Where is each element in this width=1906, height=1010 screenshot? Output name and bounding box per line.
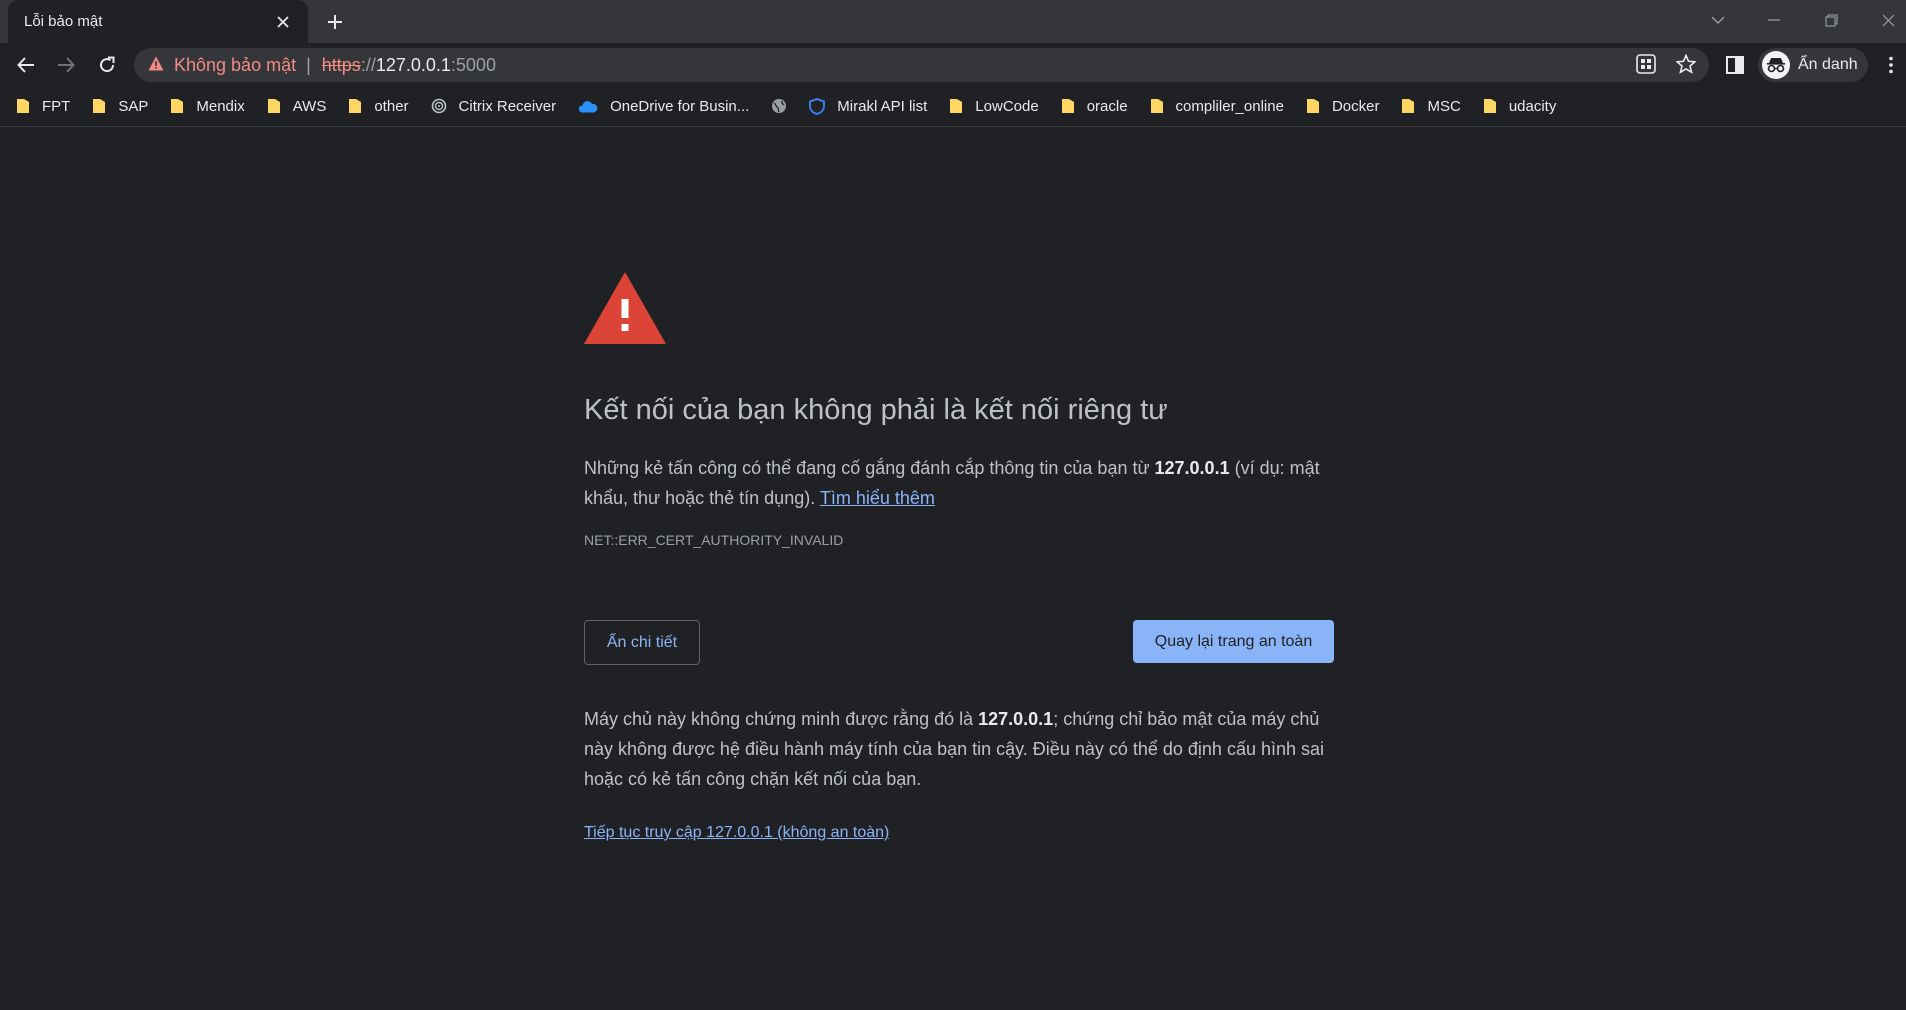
page-title: Kết nối của bạn không phải là kết nối ri… — [584, 394, 1168, 426]
profile-label: Ẩn danh — [1798, 56, 1858, 73]
new-tab-icon[interactable] — [322, 9, 348, 35]
tab-close-icon[interactable] — [272, 11, 294, 33]
details-paragraph: Máy chủ này không chứng minh được rằng đ… — [584, 704, 1334, 794]
bookmark-item[interactable]: udacity — [1483, 97, 1557, 115]
bookmark-label: FPT — [42, 97, 71, 115]
back-arrow-icon[interactable] — [11, 50, 41, 80]
folder-icon — [1483, 98, 1497, 114]
bookmark-label: other — [374, 97, 409, 115]
interstitial-page: Kết nối của bạn không phải là kết nối ri… — [0, 128, 1906, 1010]
folder-icon — [267, 98, 281, 114]
bookmark-label: SAP — [118, 97, 149, 115]
back-to-safety-button[interactable]: Quay lại trang an toàn — [1133, 620, 1334, 663]
bookmark-item[interactable]: OneDrive for Busin... — [578, 98, 749, 115]
omnibox-separator: | — [306, 54, 311, 75]
bookmark-item[interactable]: compliler_online — [1150, 98, 1284, 115]
toolbar: Không bảo mật | https://127.0.0.1:5000 Ẩ… — [0, 43, 1906, 86]
address-bar[interactable]: Không bảo mật | https://127.0.0.1:5000 — [134, 48, 1709, 82]
url-scheme: https — [321, 54, 361, 75]
bookmark-label: Citrix Receiver — [458, 97, 557, 115]
bookmark-item[interactable]: FPT — [16, 98, 70, 115]
bookmark-item[interactable]: Mirakl API list — [809, 97, 928, 115]
bookmark-label: udacity — [1508, 97, 1557, 115]
learn-more-link[interactable]: Tìm hiểu thêm — [820, 488, 935, 508]
bookmark-item[interactable]: Docker — [1306, 97, 1380, 115]
restore-icon[interactable] — [1816, 8, 1846, 32]
tab-search-chevron-icon[interactable] — [1703, 8, 1733, 32]
bookmark-item[interactable]: oracle — [1061, 98, 1128, 115]
url-host: 127.0.0.1 — [375, 54, 451, 75]
explanation-paragraph: Những kẻ tấn công có thể đang cố gắng đá… — [584, 453, 1334, 513]
bookmark-label: oracle — [1086, 97, 1128, 115]
error-code: NET::ERR_CERT_AUTHORITY_INVALID — [584, 532, 844, 548]
bookmark-item[interactable]: MSC — [1401, 97, 1461, 115]
mirakl-shield-icon — [809, 97, 826, 115]
bookmark-label: MSC — [1427, 97, 1461, 115]
hide-details-button[interactable]: Ẩn chi tiết — [584, 620, 700, 665]
bookmark-item[interactable]: LowCode — [949, 97, 1039, 115]
folder-icon — [16, 98, 30, 114]
minimize-icon[interactable] — [1759, 8, 1789, 32]
folder-icon — [92, 98, 106, 114]
folder-icon — [1401, 98, 1415, 114]
citrix-icon — [431, 98, 447, 114]
bookmark-label: Mendix — [196, 97, 245, 115]
incognito-icon — [1762, 51, 1790, 79]
bookmark-label: OneDrive for Busin... — [610, 97, 750, 115]
bookmarks-bar: FPT SAP Mendix AWS other Citrix Receiver OneDr… — [0, 86, 1906, 127]
reload-icon[interactable] — [92, 50, 122, 80]
folder-icon — [1306, 98, 1320, 114]
security-status-text[interactable]: Không bảo mật — [174, 55, 296, 76]
tab-strip: Lỗi bảo mật — [0, 0, 1906, 43]
bookmark-item[interactable]: other — [348, 97, 409, 115]
warning-triangle-icon — [584, 272, 666, 349]
bookmark-label: LowCode — [975, 97, 1039, 115]
bookmark-item[interactable]: Citrix Receiver — [431, 97, 557, 115]
incognito-profile-button[interactable]: Ẩn danh — [1758, 48, 1868, 82]
folder-icon — [348, 98, 362, 114]
folder-icon — [1061, 98, 1075, 114]
bookmark-label: compliler_online — [1175, 97, 1284, 115]
not-secure-warning-icon[interactable] — [148, 55, 164, 76]
bookmark-item[interactable]: AWS — [267, 97, 327, 115]
explanation-host: 127.0.0.1 — [1154, 458, 1230, 478]
bookmark-item[interactable]: Mendix — [170, 97, 245, 115]
proceed-unsafe-link[interactable]: Tiếp tục truy cập 127.0.0.1 (không an to… — [584, 824, 889, 842]
bookmark-label: Docker — [1331, 97, 1380, 115]
globe-icon — [771, 98, 787, 114]
folder-icon — [170, 98, 184, 114]
bookmark-item[interactable] — [771, 98, 787, 114]
url-slashes: :// — [360, 54, 376, 75]
onedrive-icon — [578, 100, 598, 113]
folder-icon — [949, 98, 963, 114]
explanation-text-start: Những kẻ tấn công có thể đang cố gắng đá… — [584, 458, 1155, 478]
tab-active[interactable]: Lỗi bảo mật — [8, 0, 308, 43]
qr-code-icon[interactable] — [1633, 51, 1659, 77]
forward-arrow-icon[interactable] — [51, 50, 81, 80]
side-panel-icon[interactable] — [1722, 52, 1748, 78]
menu-kebab-icon[interactable] — [1878, 52, 1904, 78]
close-window-icon[interactable] — [1873, 8, 1903, 32]
details-host: 127.0.0.1 — [978, 709, 1054, 729]
url-port: :5000 — [450, 54, 496, 75]
details-text-start: Máy chủ này không chứng minh được rằng đ… — [584, 709, 979, 729]
folder-icon — [1150, 98, 1164, 114]
tab-title: Lỗi bảo mật — [24, 13, 103, 30]
bookmark-label: AWS — [292, 97, 327, 115]
bookmark-item[interactable]: SAP — [92, 98, 148, 115]
bookmark-label: Mirakl API list — [837, 97, 928, 115]
bookmark-star-icon[interactable] — [1673, 51, 1699, 77]
